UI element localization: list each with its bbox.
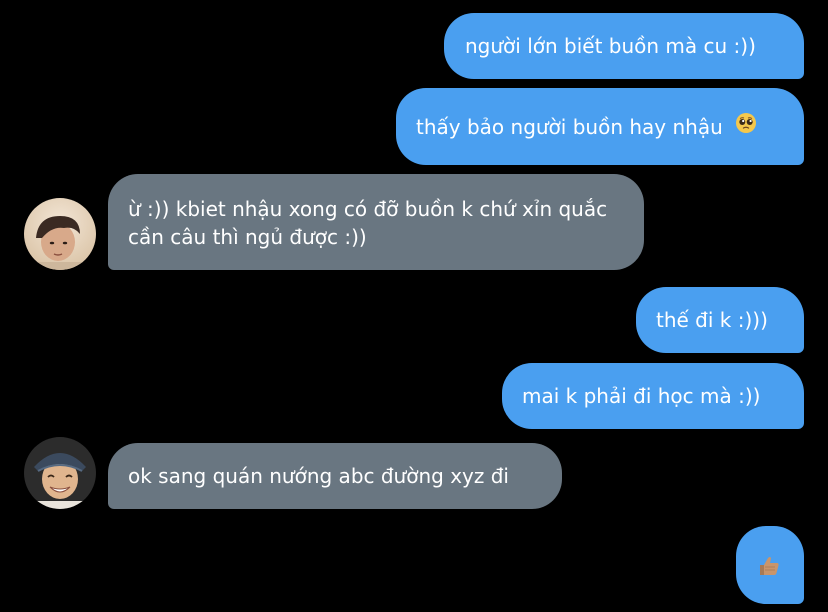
thumbs-up-emoji-icon	[757, 554, 781, 585]
received-message-bubble[interactable]: ok sang quán nướng abc đường xyz đi	[108, 443, 562, 509]
chat-thread: người lớn biết buồn mà cu :)) thấy bảo n…	[0, 0, 828, 612]
contact-avatar[interactable]	[24, 198, 96, 270]
message-text: ừ :)) kbiet nhậu xong có đỡ buồn k chứ x…	[128, 197, 608, 249]
message-text: mai k phải đi học mà :))	[522, 384, 761, 408]
sent-message-bubble[interactable]: thấy bảo người buồn hay nhậu	[396, 88, 804, 165]
message-text: thế đi k :)))	[656, 308, 768, 332]
message-text: người lớn biết buồn mà cu :))	[465, 34, 756, 58]
sent-message-bubble[interactable]	[736, 526, 804, 604]
sent-message-bubble[interactable]: thế đi k :)))	[636, 287, 804, 353]
sent-message-bubble[interactable]: mai k phải đi học mà :))	[502, 363, 804, 429]
message-text: thấy bảo người buồn hay nhậu	[416, 115, 723, 139]
sent-message-bubble[interactable]: người lớn biết buồn mà cu :))	[444, 13, 804, 79]
message-text: ok sang quán nướng abc đường xyz đi	[128, 464, 509, 488]
contact-avatar[interactable]	[24, 437, 96, 509]
received-message-bubble[interactable]: ừ :)) kbiet nhậu xong có đỡ buồn k chứ x…	[108, 174, 644, 270]
pleading-face-emoji-icon	[735, 112, 757, 141]
